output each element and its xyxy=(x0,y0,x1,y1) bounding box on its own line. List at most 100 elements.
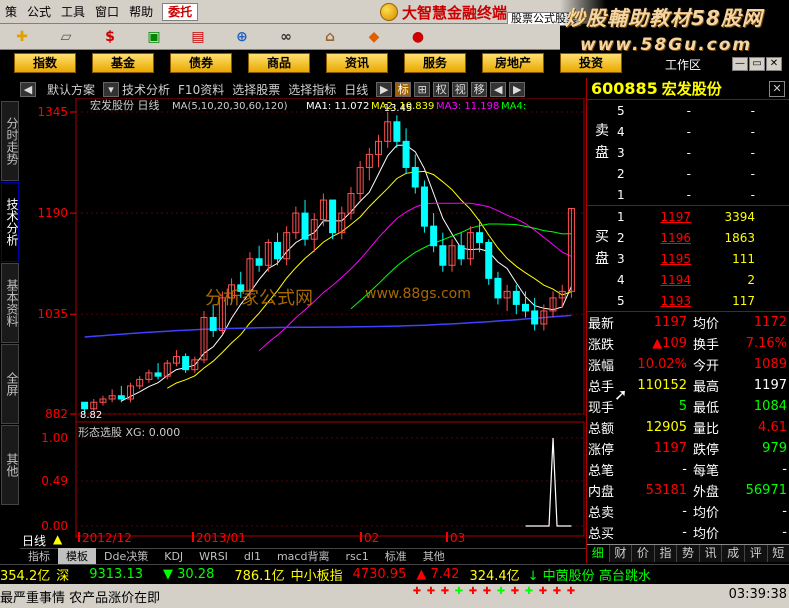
car-icon[interactable]: ● xyxy=(405,27,431,47)
candle-body xyxy=(485,241,493,279)
category-bond[interactable]: 债券 xyxy=(170,53,232,73)
menu-item-help[interactable]: 帮助 xyxy=(124,2,158,22)
tab-kdj[interactable]: KDJ xyxy=(156,550,191,563)
quote-tab[interactable]: 价 xyxy=(632,545,655,562)
quote-key: 跌停 xyxy=(693,443,720,458)
f10-tab[interactable]: F10资料 xyxy=(178,81,224,98)
view-button[interactable]: 视 xyxy=(452,81,469,97)
quote-tab[interactable]: 指 xyxy=(654,545,678,562)
prev-icon[interactable]: ◀ xyxy=(20,81,36,97)
period-up-icon[interactable]: ▲ xyxy=(53,532,62,546)
tab-dde[interactable]: Dde决策 xyxy=(96,548,156,564)
quote-tab[interactable]: 财 xyxy=(609,545,633,562)
category-invest[interactable]: 投资 xyxy=(560,53,622,73)
buy-row[interactable]: 1 1197 3394 xyxy=(587,206,789,227)
network-icon[interactable]: ⊕ xyxy=(229,27,255,47)
mark-button[interactable]: 标 xyxy=(395,81,412,97)
sell-row[interactable]: 2 - - xyxy=(587,163,789,184)
play-icon[interactable]: ▶ xyxy=(376,81,393,97)
category-realestate[interactable]: 房地产 xyxy=(482,53,544,73)
scheme-selector[interactable]: 默认方案 xyxy=(47,81,95,98)
quote-value: 4.61 xyxy=(758,420,787,435)
candle-body xyxy=(411,166,419,188)
select-stock-button[interactable]: 选择股票 xyxy=(232,81,280,98)
news-ticker[interactable]: 最严重事情 农产品涨价在即 xyxy=(0,587,160,606)
category-news[interactable]: 资讯 xyxy=(326,53,388,73)
chart-icon[interactable]: ▤ xyxy=(185,27,211,47)
quote-tab[interactable]: 细 xyxy=(587,545,610,562)
category-commodity[interactable]: 商品 xyxy=(248,53,310,73)
candle-body xyxy=(182,356,190,371)
up-arrow-icon: ✚ xyxy=(510,586,520,597)
category-service[interactable]: 服务 xyxy=(404,53,466,73)
sell-row[interactable]: 4 - - xyxy=(587,121,789,142)
money-icon[interactable]: ▣ xyxy=(141,27,167,47)
binoculars-icon[interactable]: ∞ xyxy=(273,27,299,47)
alert-ticker[interactable]: ↓ 中茵股份 高台跳水 xyxy=(528,565,651,584)
tab-rsc1[interactable]: rsc1 xyxy=(337,550,376,563)
sell-row[interactable]: 3 - - xyxy=(587,142,789,163)
chart-watermark-url: www.88gs.com xyxy=(365,286,471,302)
close-icon[interactable]: ✕ xyxy=(766,57,782,71)
sell-row[interactable]: 5 - - xyxy=(587,100,789,121)
dropdown-icon[interactable]: ▾ xyxy=(103,81,120,97)
tab-macd[interactable]: macd背离 xyxy=(269,548,338,564)
sme-index: 4730.95 xyxy=(352,567,407,582)
dollar-icon[interactable]: $ xyxy=(97,27,123,47)
quote-tab[interactable]: 短 xyxy=(767,545,789,562)
buy-label: 买盘 xyxy=(589,226,615,270)
trade-button[interactable]: 委托 xyxy=(162,2,199,21)
category-index[interactable]: 指数 xyxy=(14,53,76,73)
restore-icon[interactable]: ▭ xyxy=(749,57,765,71)
period-label: 日线 xyxy=(22,534,47,548)
menu-item-formula[interactable]: 公式 xyxy=(22,2,56,22)
quote-tab[interactable]: 评 xyxy=(744,545,768,562)
buy-orderbook: 买盘 1 1197 3394 2 1196 1863 3 1195 111 4 1194 2 5 1193… xyxy=(587,206,789,312)
buy-row[interactable]: 3 1195 111 xyxy=(587,248,789,269)
menu-item-window[interactable]: 窗口 xyxy=(90,2,124,22)
rights-button[interactable]: 权 xyxy=(433,81,450,97)
scroll-right-icon[interactable]: ▶ xyxy=(509,81,526,97)
period-selector[interactable]: 日线 xyxy=(344,81,368,98)
quote-value: 1197 xyxy=(653,441,687,456)
y-tick-label: 882 xyxy=(45,407,68,421)
close-icon[interactable]: ✕ xyxy=(769,81,785,97)
quote-row: 最新 1197 均价 1172 xyxy=(587,312,789,333)
y-tick-label: 1190 xyxy=(37,206,68,220)
tab-template[interactable]: 模板 xyxy=(58,548,96,564)
menu-item-tools[interactable]: 工具 xyxy=(56,2,90,22)
minimize-icon[interactable]: — xyxy=(732,57,748,71)
select-indicator-button[interactable]: 选择指标 xyxy=(288,81,336,98)
scroll-left-icon[interactable]: ◀ xyxy=(490,81,507,97)
work-area-button[interactable]: 工作区 xyxy=(665,57,715,73)
tab-standard[interactable]: 标准 xyxy=(377,548,415,564)
menu-item[interactable]: 策 xyxy=(0,2,22,22)
alert-icon[interactable]: ◆ xyxy=(361,27,387,47)
kline-chart[interactable]: 1345 1190 1035 882 宏发股份 日线 MA(5,10,20,30,60,1… xyxy=(0,98,586,548)
buy-row[interactable]: 2 1196 1863 xyxy=(587,227,789,248)
quote-tab[interactable]: 成 xyxy=(722,545,745,562)
tab-indicator[interactable]: 指标 xyxy=(20,548,58,564)
candle-body xyxy=(329,199,337,234)
quote-value: 56971 xyxy=(745,483,787,498)
sell-row[interactable]: 1 - - xyxy=(587,184,789,205)
bank-icon[interactable]: ⌂ xyxy=(317,27,343,47)
grid-icon[interactable]: ⊞ xyxy=(414,81,431,97)
diamond-icon[interactable]: ✚ xyxy=(9,27,35,47)
quote-tab[interactable]: 讯 xyxy=(699,545,723,562)
buy-row[interactable]: 5 1193 117 xyxy=(587,290,789,311)
chart-watermark: 分析家公式网 xyxy=(205,288,313,309)
quote-key: 总买 xyxy=(588,527,615,542)
candle-body xyxy=(430,225,438,247)
tab-other[interactable]: 其他 xyxy=(415,548,453,564)
tab-wrsi[interactable]: WRSI xyxy=(191,550,236,563)
quote-tab[interactable]: 势 xyxy=(677,545,700,562)
technical-analysis-tab[interactable]: 技术分析 xyxy=(122,81,170,98)
buy-row[interactable]: 4 1194 2 xyxy=(587,269,789,290)
category-fund[interactable]: 基金 xyxy=(92,53,154,73)
ruler-icon[interactable]: ▱ xyxy=(53,27,79,47)
candle-body xyxy=(209,316,217,332)
move-button[interactable]: 移 xyxy=(471,81,488,97)
up-arrow-icon: ✚ xyxy=(468,586,478,597)
tab-dl1[interactable]: dl1 xyxy=(236,550,269,563)
